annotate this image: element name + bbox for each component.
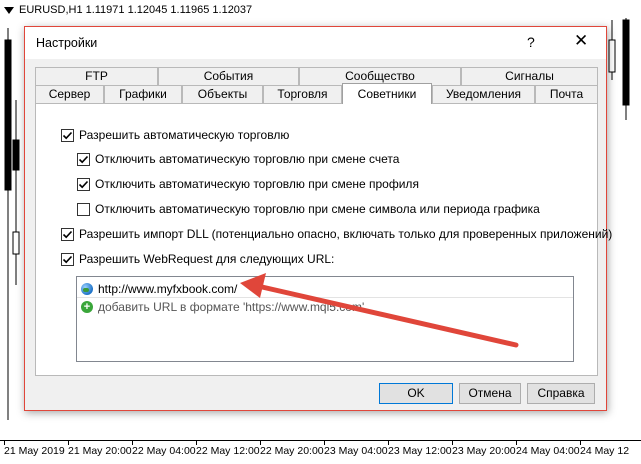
expert-advisors-panel: Разрешить автоматическую торговлю Отключ…	[35, 103, 612, 376]
add-icon: +	[81, 301, 93, 313]
time-label: 23 May 04:00	[324, 445, 388, 457]
option-label: Отключить автоматическую торговлю при см…	[95, 152, 400, 166]
option-allow-webrequest[interactable]: Разрешить WebRequest для следующих URL:	[61, 252, 334, 266]
time-label: 23 May 12:00	[388, 445, 452, 457]
checkbox-unchecked[interactable]	[77, 202, 90, 216]
tab-notifications[interactable]: Уведомления	[432, 85, 535, 103]
dialog-titlebar[interactable]: Настройки ? ✕	[25, 27, 606, 59]
option-label: Отключить автоматическую торговлю при см…	[95, 202, 540, 216]
candle-body	[4, 39, 12, 191]
option-label: Разрешить импорт DLL (потенциально опасн…	[79, 227, 613, 241]
checkbox-checked[interactable]	[61, 252, 74, 266]
tab-trade[interactable]: Торговля	[263, 85, 342, 103]
add-url-row[interactable]: + добавить URL в формате 'https://www.mq…	[81, 298, 364, 316]
time-label: 23 May 20:00	[452, 445, 516, 457]
candle-body	[622, 19, 630, 106]
option-allow-dll-import[interactable]: Разрешить импорт DLL (потенциально опасн…	[61, 227, 612, 241]
tab-events[interactable]: События	[158, 67, 299, 85]
checkbox-checked[interactable]	[77, 152, 90, 166]
tab-ftp[interactable]: FTP	[35, 67, 158, 85]
time-label: 22 May 20:00	[260, 445, 324, 457]
candle-body	[12, 231, 20, 255]
help-button[interactable]: Справка	[527, 383, 595, 404]
option-label: Отключить автоматическую торговлю при см…	[95, 177, 419, 191]
close-icon[interactable]: ✕	[574, 31, 588, 51]
ok-button[interactable]: OK	[379, 383, 453, 404]
cancel-button[interactable]: Отмена	[459, 383, 521, 404]
tab-server[interactable]: Сервер	[35, 85, 104, 103]
option-disable-on-symbol-change[interactable]: Отключить автоматическую торговлю при см…	[77, 202, 540, 216]
tab-charts[interactable]: Графики	[104, 85, 182, 103]
time-axis: 21 May 2019 21 May 20:00 22 May 04:00 22…	[0, 440, 641, 464]
time-label: 24 May 12	[580, 445, 630, 457]
tab-expert-advisors[interactable]: Советники	[342, 83, 432, 104]
option-disable-on-profile-change[interactable]: Отключить автоматическую торговлю при см…	[77, 177, 419, 191]
url-list-item[interactable]: http://www.myfxbook.com/	[77, 280, 573, 298]
option-label: Разрешить автоматическую торговлю	[79, 128, 290, 142]
candle-body	[12, 139, 20, 171]
help-icon[interactable]: ?	[527, 34, 535, 50]
tab-mail[interactable]: Почта	[535, 85, 598, 103]
time-label: 24 May 04:00	[516, 445, 580, 457]
add-url-placeholder: добавить URL в формате 'https://www.mql5…	[98, 300, 365, 314]
time-label: 21 May 2019	[4, 445, 65, 457]
candle-body	[608, 39, 616, 73]
url-list[interactable]: http://www.myfxbook.com/ + добавить URL …	[76, 276, 574, 362]
checkbox-checked[interactable]	[77, 177, 90, 191]
globe-icon	[81, 283, 93, 295]
dialog-title: Настройки	[36, 36, 98, 50]
tab-objects[interactable]: Объекты	[182, 85, 263, 103]
time-label: 22 May 04:00	[132, 445, 196, 457]
url-text: http://www.myfxbook.com/	[98, 282, 238, 296]
option-disable-on-account-change[interactable]: Отключить автоматическую торговлю при см…	[77, 152, 399, 166]
option-allow-algo-trading[interactable]: Разрешить автоматическую торговлю	[61, 128, 289, 142]
checkbox-checked[interactable]	[61, 128, 74, 142]
time-label: 22 May 12:00	[196, 445, 260, 457]
checkbox-checked[interactable]	[61, 227, 74, 241]
time-label: 21 May 20:00	[68, 445, 132, 457]
tab-signals[interactable]: Сигналы	[461, 67, 598, 85]
option-label: Разрешить WebRequest для следующих URL:	[79, 252, 335, 266]
settings-dialog: Настройки ? ✕ FTP События Сообщество Сиг…	[24, 26, 612, 411]
